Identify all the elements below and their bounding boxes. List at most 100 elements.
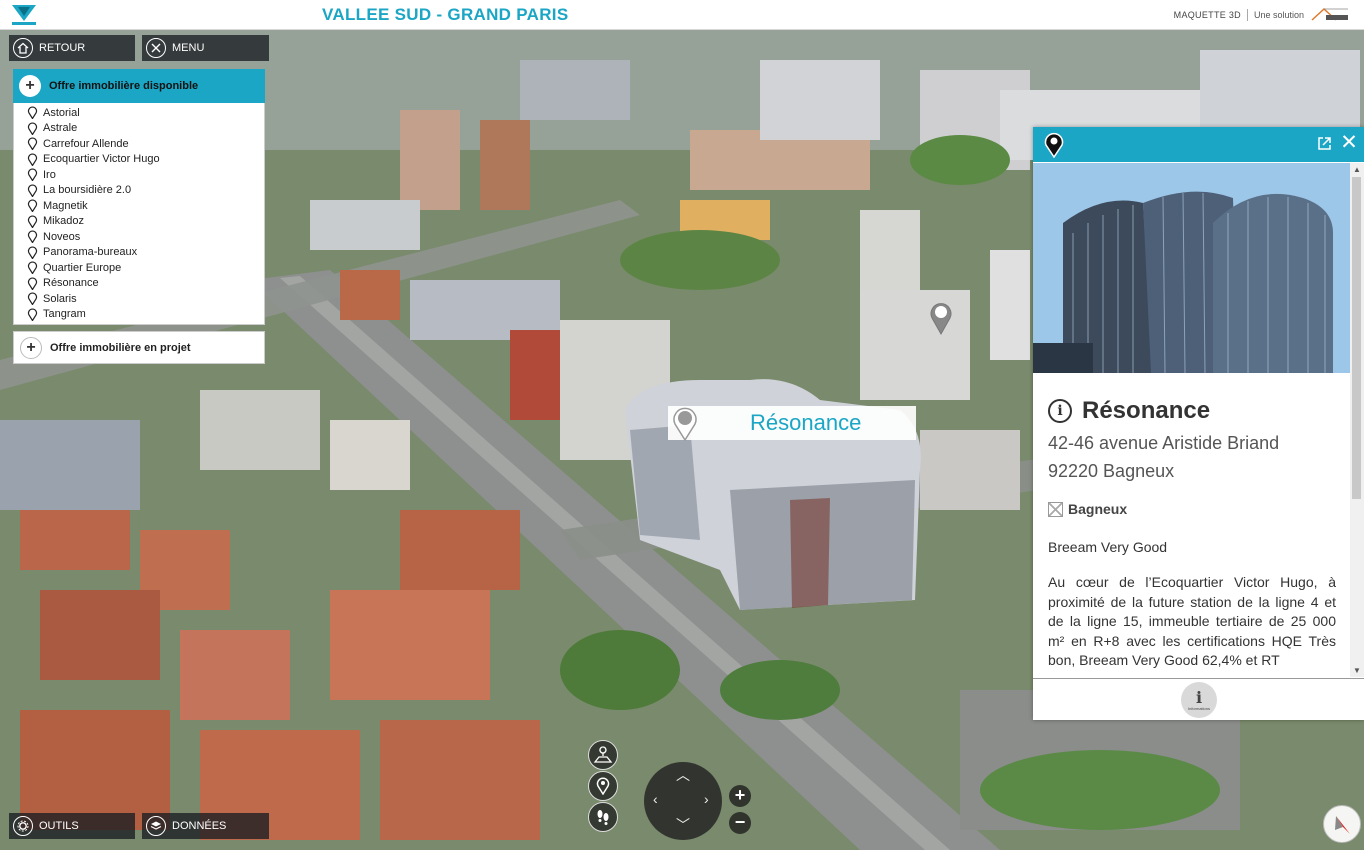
list-item-label: Tangram	[43, 308, 86, 321]
list-item-magnetik[interactable]: Magnetik	[14, 198, 264, 214]
description: Au cœur de l’Ecoquartier Victor Hugo, à …	[1048, 574, 1336, 668]
info-title-row: i Résonance	[1048, 397, 1336, 425]
list-item-panorama-bureaux[interactable]: Panorama-bureaux	[14, 245, 264, 261]
scroll-thumb[interactable]	[1352, 177, 1361, 499]
site-title: VALLEE SUD - GRAND PARIS	[322, 5, 569, 24]
map-pin-icon[interactable]	[670, 404, 700, 442]
home-icon	[13, 38, 33, 58]
location-pin-icon	[1044, 132, 1064, 158]
chevron-right-icon[interactable]: ›	[704, 792, 709, 806]
layers-icon	[146, 816, 166, 836]
building-photo	[1033, 163, 1350, 373]
address: 42-46 avenue Aristide Briand 92220 Bagne…	[1048, 429, 1336, 485]
data-button-label: DONNÉES	[172, 820, 227, 832]
info-panel-body: i Résonance 42-46 avenue Aristide Briand…	[1048, 397, 1336, 671]
property-list: Astorial Astrale Carrefour Allende Ecoqu…	[13, 103, 265, 325]
locate-button[interactable]	[588, 771, 618, 801]
pin-icon	[27, 122, 38, 135]
list-item-label: Résonance	[43, 277, 99, 290]
section-project-title: Offre immobilière en projet	[50, 341, 191, 354]
info-icon: i	[1048, 399, 1072, 423]
address-line1: 42-46 avenue Aristide Briand	[1048, 433, 1280, 453]
data-button[interactable]: DONNÉES	[142, 813, 269, 839]
address-line2: 92220 Bagneux	[1048, 461, 1175, 481]
list-item-tangram[interactable]: Tangram	[14, 307, 264, 323]
map-selected-label-text: Résonance	[750, 410, 862, 435]
list-item-iro[interactable]: Iro	[14, 167, 264, 183]
city-row: Bagneux	[1048, 501, 1336, 517]
chevron-down-icon[interactable]: ﹀	[676, 818, 690, 832]
list-item-label: Panorama-bureaux	[43, 246, 138, 259]
back-button-label: RETOUR	[39, 42, 86, 54]
list-item-label: Quartier Europe	[43, 261, 122, 274]
vallee-sud-logo	[12, 5, 36, 25]
info-tab-informations[interactable]: i Informations	[1181, 682, 1217, 718]
zoom-out-button[interactable]: −	[729, 812, 751, 834]
list-item-label: Magnetik	[43, 199, 88, 212]
zoom-in-button[interactable]: +	[729, 785, 751, 807]
product-name: MAQUETTE 3D	[1173, 10, 1241, 20]
vectuel-logo	[1311, 7, 1348, 21]
list-item-solaris[interactable]: Solaris	[14, 291, 264, 307]
view-mode-button[interactable]	[588, 740, 618, 770]
property-info-panel: ✕ ▲ ▼ i Résonance 42-46 avenue Aristide …	[1033, 127, 1364, 720]
scroll-up-icon[interactable]: ▲	[1353, 165, 1361, 174]
tools-button-label: OUTILS	[39, 820, 79, 832]
list-item-label: Carrefour Allende	[43, 137, 129, 150]
expand-plus-icon: +	[20, 336, 42, 359]
info-scrollbar[interactable]: ▲ ▼	[1350, 163, 1364, 677]
list-item-resonance[interactable]: Résonance	[14, 276, 264, 292]
pin-icon	[27, 184, 38, 197]
pin-icon	[27, 137, 38, 151]
pin-icon	[27, 168, 38, 182]
pin-icon	[596, 777, 610, 795]
pin-icon	[27, 230, 38, 244]
list-item-noveos[interactable]: Noveos	[14, 229, 264, 245]
navigation-joystick[interactable]: ︿ ﹀ ‹ ›	[644, 762, 722, 840]
menu-button[interactable]: MENU	[142, 35, 269, 61]
pin-icon	[27, 261, 38, 275]
section-project-header[interactable]: + Offre immobilière en projet	[13, 331, 265, 364]
external-link-icon[interactable]	[1317, 136, 1332, 151]
list-item-mikadoz[interactable]: Mikadoz	[14, 214, 264, 230]
chevron-up-icon[interactable]: ︿	[676, 768, 690, 782]
list-item-carrefour-allende[interactable]: Carrefour Allende	[14, 136, 264, 152]
pin-icon	[27, 106, 38, 120]
section-available-title: Offre immobilière disponible	[49, 80, 199, 92]
map-view-icon	[593, 746, 613, 763]
list-item-label: Solaris	[43, 292, 77, 305]
brand-area: MAQUETTE 3D Une solution	[1174, 6, 1350, 24]
list-item-label: Astorial	[43, 106, 80, 119]
view-tools	[588, 740, 620, 832]
chevron-left-icon[interactable]: ‹	[653, 792, 658, 806]
pin-icon	[27, 199, 38, 213]
top-header: VALLEE SUD - GRAND PARIS MAQUETTE 3D Une…	[0, 0, 1364, 30]
pin-icon	[27, 153, 38, 166]
info-panel-header: ✕	[1033, 127, 1364, 162]
brand-tagline: Une solution	[1253, 10, 1304, 20]
close-menu-icon	[146, 38, 166, 58]
list-item-quartier-europe[interactable]: Quartier Europe	[14, 260, 264, 276]
info-title: Résonance	[1082, 397, 1211, 424]
close-icon[interactable]: ✕	[1339, 132, 1359, 154]
scroll-down-icon[interactable]: ▼	[1353, 666, 1361, 675]
info-tab-label: Informations	[1187, 705, 1210, 711]
footsteps-icon	[597, 810, 609, 825]
brand-separator	[1246, 9, 1248, 21]
tools-button[interactable]: OUTILS	[9, 813, 135, 839]
list-item-label: Ecoquartier Victor Hugo	[43, 153, 160, 166]
walk-mode-button[interactable]	[588, 802, 618, 832]
list-item-astorial[interactable]: Astorial	[14, 105, 264, 121]
map-pin-icon[interactable]	[928, 300, 954, 336]
list-item-la-boursidiere[interactable]: La boursidière 2.0	[14, 183, 264, 199]
back-button[interactable]: RETOUR	[9, 35, 135, 61]
list-item-label: Noveos	[43, 230, 81, 243]
compass-icon[interactable]	[1323, 805, 1361, 843]
section-available-header[interactable]: + Offre immobilière disponible	[13, 69, 265, 103]
list-item-astrale[interactable]: Astrale	[14, 121, 264, 137]
pin-icon	[27, 215, 38, 228]
city-icon	[1048, 501, 1063, 517]
info-tab-icon: i	[1195, 687, 1203, 707]
map-selected-label[interactable]: Résonance	[668, 406, 916, 440]
list-item-ecoquartier-victor-hugo[interactable]: Ecoquartier Victor Hugo	[14, 152, 264, 168]
